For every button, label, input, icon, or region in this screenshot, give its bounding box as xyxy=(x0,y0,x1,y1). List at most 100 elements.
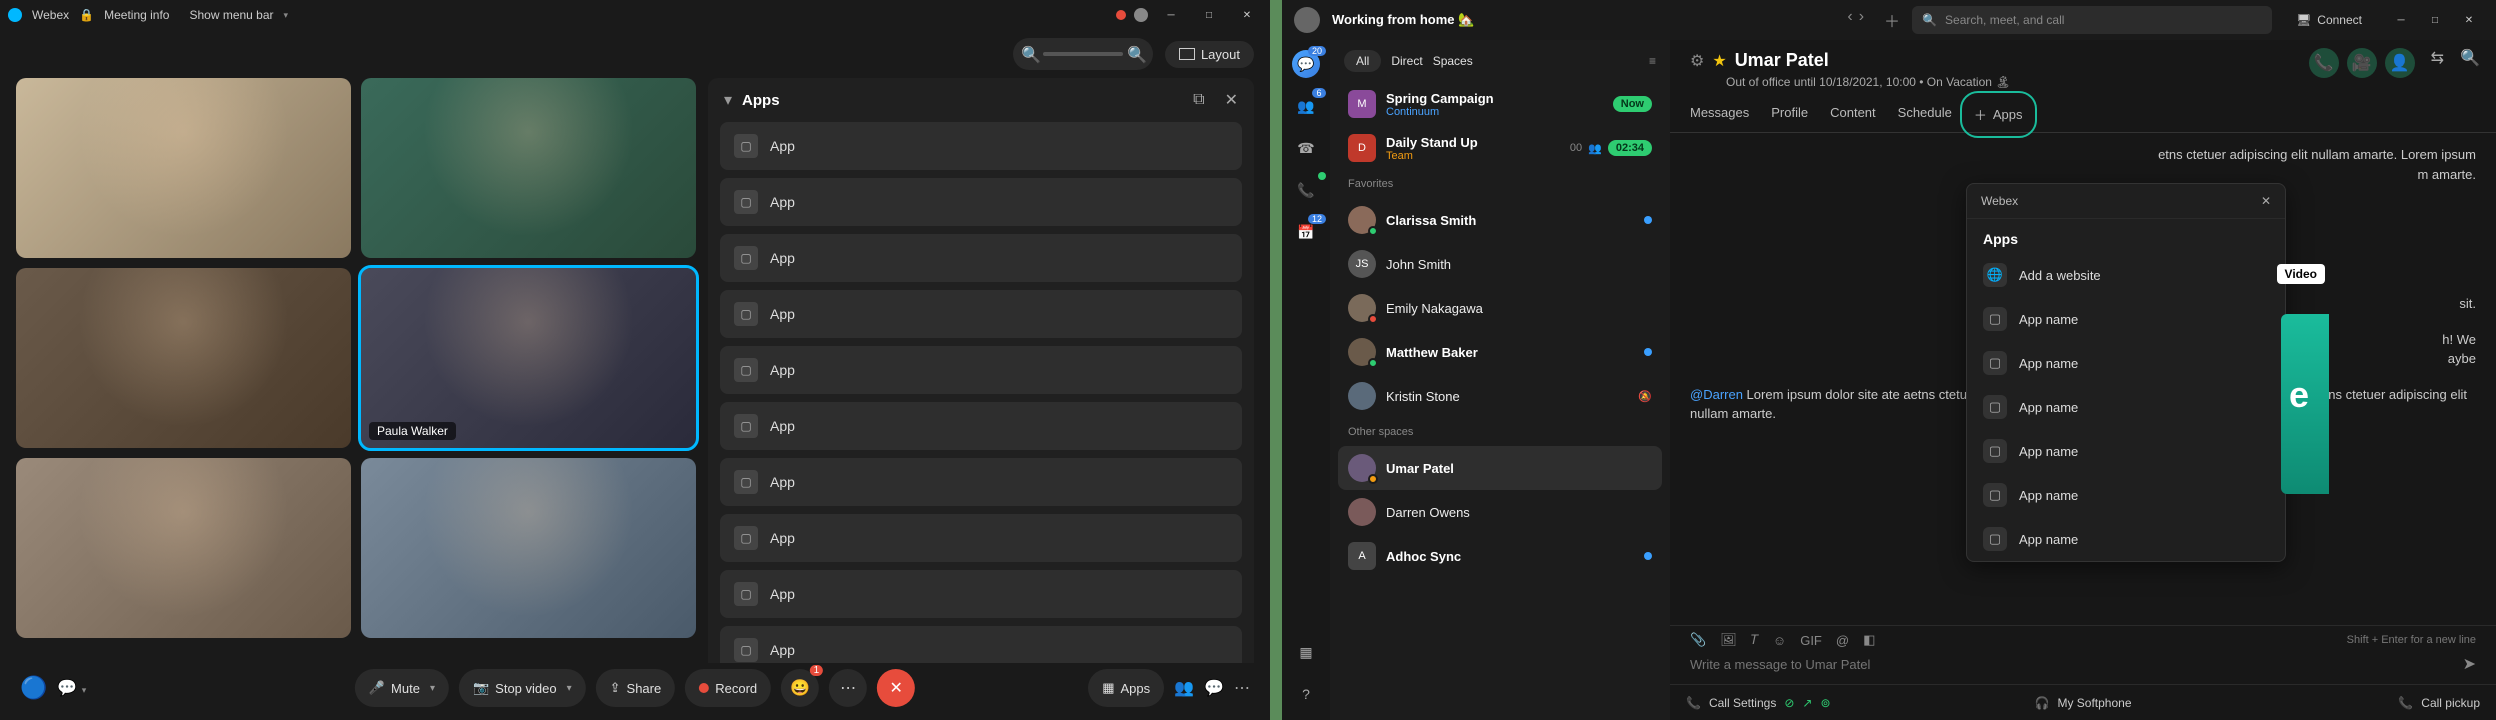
rail-meetings[interactable]: 📅12 xyxy=(1292,218,1320,246)
toggle-icon[interactable]: ⇆ xyxy=(2431,48,2444,78)
mention[interactable]: @Darren xyxy=(1690,387,1743,402)
filter-spaces[interactable]: Spaces xyxy=(1433,54,1473,68)
tab-profile[interactable]: Profile xyxy=(1771,97,1808,132)
video-tile[interactable] xyxy=(16,78,351,258)
apps-button[interactable]: ▦ Apps xyxy=(1088,669,1164,707)
video-tile-active[interactable]: Paula Walker xyxy=(361,268,696,448)
tab-schedule[interactable]: Schedule xyxy=(1898,97,1952,132)
layout-button[interactable]: Layout xyxy=(1165,41,1254,68)
popover-app-row[interactable]: ▢App name xyxy=(1967,473,2285,517)
space-item-daily[interactable]: D Daily Stand UpTeam 00👥02:34 xyxy=(1338,126,1662,170)
call-pickup-icon[interactable]: 📞 xyxy=(2398,696,2413,710)
voicemail-icon[interactable]: ⊚ xyxy=(1820,696,1830,710)
video-tile[interactable] xyxy=(361,78,696,258)
participants-icon[interactable]: 👥 xyxy=(1174,678,1194,698)
rail-calling[interactable]: 📞 xyxy=(1292,176,1320,204)
chevron-down-icon[interactable]: ▾ xyxy=(430,683,435,694)
popout-icon[interactable]: ⧉ xyxy=(1193,91,1204,109)
close-button[interactable]: ✕ xyxy=(1232,4,1262,26)
forward-icon[interactable]: ↗ xyxy=(1802,696,1812,710)
close-popover-icon[interactable]: ✕ xyxy=(2261,194,2271,208)
reactions-button[interactable]: 😀1 xyxy=(781,669,819,707)
more-panels-icon[interactable]: ⋯ xyxy=(1234,678,1250,698)
chevron-down-icon[interactable]: ▾ xyxy=(567,683,572,694)
rail-messaging[interactable]: 💬20 xyxy=(1292,50,1320,78)
tab-messages[interactable]: Messages xyxy=(1690,97,1749,132)
call-settings-icon[interactable]: 📞 xyxy=(1686,696,1701,710)
call-pickup-label[interactable]: Call pickup xyxy=(2421,696,2480,710)
nav-add-icon[interactable]: ＋ xyxy=(1884,8,1900,32)
space-item-matthew[interactable]: Matthew Baker xyxy=(1338,330,1662,374)
space-item-darren[interactable]: Darren Owens xyxy=(1338,490,1662,534)
rail-contacts[interactable]: ☎ xyxy=(1292,134,1320,162)
popover-app-row[interactable]: ▢App name xyxy=(1967,341,2285,385)
filter-options-icon[interactable]: ≡ xyxy=(1649,54,1656,68)
app-row[interactable]: ▢App xyxy=(720,570,1242,618)
chevron-down-icon[interactable]: ▾ xyxy=(82,685,87,695)
panel-chat-icon[interactable]: 💬 xyxy=(1204,678,1224,698)
show-menu-bar[interactable]: Show menu bar xyxy=(189,8,273,22)
chat-icon[interactable]: 💬 xyxy=(57,680,77,697)
close-panel-icon[interactable]: ✕ xyxy=(1225,90,1238,110)
video-tile[interactable] xyxy=(361,458,696,638)
attach-icon[interactable]: 📎 xyxy=(1690,632,1706,648)
tab-add-apps[interactable]: ＋ Apps xyxy=(1974,97,2023,132)
format-icon[interactable]: 𝑇 xyxy=(1751,632,1759,648)
stop-video-button[interactable]: 📷 Stop video ▾ xyxy=(459,669,586,707)
app-row[interactable]: ▢App xyxy=(720,122,1242,170)
record-button[interactable]: Record xyxy=(685,669,771,707)
popover-app-row[interactable]: ▢App name xyxy=(1967,429,2285,473)
add-person-button[interactable]: 👤 xyxy=(2385,48,2415,78)
headset-icon[interactable]: 🎧 xyxy=(2035,696,2050,710)
space-item-umar[interactable]: Umar Patel xyxy=(1338,446,1662,490)
video-call-button[interactable]: 🎥 xyxy=(2347,48,2377,78)
star-icon[interactable]: ★ xyxy=(1712,51,1726,71)
app-row[interactable]: ▢App xyxy=(720,178,1242,226)
meeting-info-link[interactable]: Meeting info xyxy=(104,8,169,22)
app-row[interactable]: ▢App xyxy=(720,290,1242,338)
app-row[interactable]: ▢App xyxy=(720,234,1242,282)
more-button[interactable]: ⋯ xyxy=(829,669,867,707)
space-item-spring[interactable]: M Spring CampaignContinuum Now xyxy=(1338,82,1662,126)
rail-apps[interactable]: ▦ xyxy=(1292,638,1320,666)
popover-app-row[interactable]: ▢App name xyxy=(1967,385,2285,429)
space-item-adhoc[interactable]: A Adhoc Sync xyxy=(1338,534,1662,578)
emoji-icon[interactable]: ☺ xyxy=(1773,633,1786,648)
share-button[interactable]: ⇪ Share xyxy=(596,669,676,707)
nav-forward-icon[interactable]: › xyxy=(1859,8,1864,32)
audio-call-button[interactable]: 📞 xyxy=(2309,48,2339,78)
mention-icon[interactable]: @ xyxy=(1836,633,1849,648)
maximize-button[interactable]: □ xyxy=(1194,4,1224,26)
popover-app-row[interactable]: ▢App name xyxy=(1967,517,2285,561)
minimize-button[interactable]: ─ xyxy=(1156,4,1186,26)
bitmoji-icon[interactable]: ◧ xyxy=(1863,632,1875,648)
zoom-control[interactable]: 🔍 🔍 xyxy=(1013,38,1153,70)
message-input[interactable] xyxy=(1690,657,2453,672)
connect-button[interactable]: 🖥 Connect xyxy=(2296,13,2362,27)
user-status[interactable]: Working from home 🏡 xyxy=(1332,12,1474,28)
nav-back-icon[interactable]: ‹ xyxy=(1847,8,1852,32)
app-row[interactable]: ▢App xyxy=(720,402,1242,450)
space-item-emily[interactable]: Emily Nakagawa xyxy=(1338,286,1662,330)
webex-orb-icon[interactable]: 🔵 xyxy=(20,675,47,701)
popover-app-row[interactable]: ▢App name xyxy=(1967,297,2285,341)
filter-all[interactable]: All xyxy=(1344,50,1381,72)
chevron-down-icon[interactable]: ▾ xyxy=(724,90,732,110)
filter-direct[interactable]: Direct xyxy=(1391,54,1422,68)
search-convo-icon[interactable]: 🔍 xyxy=(2460,48,2480,78)
space-item-kristin[interactable]: Kristin Stone 🔕 xyxy=(1338,374,1662,418)
close-button[interactable]: ✕ xyxy=(2454,9,2484,31)
video-tile[interactable] xyxy=(16,458,351,638)
gif-icon[interactable]: GIF xyxy=(1800,633,1822,648)
minimize-button[interactable]: ─ xyxy=(2386,9,2416,31)
screenshot-icon[interactable]: 🖼 xyxy=(1720,632,1737,648)
leave-button[interactable]: ✕ xyxy=(877,669,915,707)
zoom-in-icon[interactable]: 🔍 xyxy=(1127,45,1145,63)
send-icon[interactable]: ➤ xyxy=(2463,654,2476,674)
user-avatar[interactable] xyxy=(1294,7,1320,33)
app-row[interactable]: ▢App xyxy=(720,458,1242,506)
tab-content[interactable]: Content xyxy=(1830,97,1876,132)
space-item-john[interactable]: JS John Smith xyxy=(1338,242,1662,286)
add-website-row[interactable]: 🌐 Add a website xyxy=(1967,253,2285,297)
rail-help[interactable]: ? xyxy=(1292,680,1320,708)
